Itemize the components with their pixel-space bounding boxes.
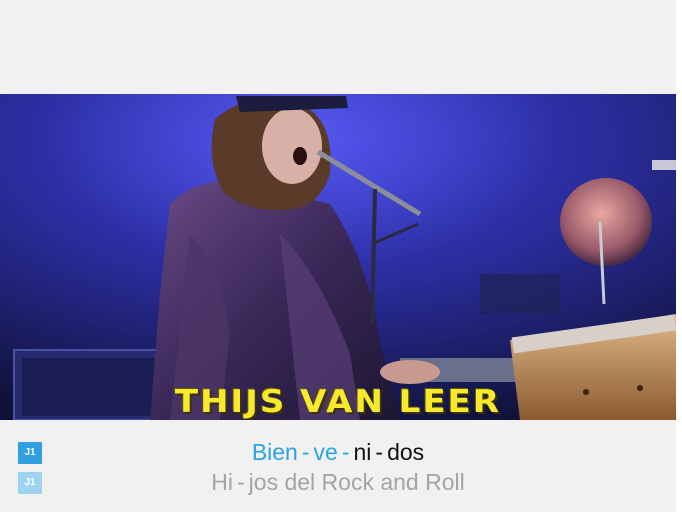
lyrics-panel: J1 Bien - ve - ni - dos J1 Hi - jos del Rock and… [0,420,676,512]
lyric-syllable: jos del Rock and Roll [248,469,465,495]
current-lyric-line: J1 Bien - ve - ni - dos [0,437,676,467]
lyric-syllable: Hi [211,469,233,495]
concert-scene [0,94,676,420]
lyric-syllable: ni [353,439,372,465]
top-letterbox [0,0,676,94]
lyric-separator: - [237,469,245,495]
karaoke-screen: THIJS VAN LEER J1 Bien - ve - ni - dos J1 Hi - j… [0,0,682,512]
next-lyric-text: Hi - jos del Rock and Roll [0,467,676,497]
lyric-separator: - [301,439,310,465]
performer-caption: THIJS VAN LEER [174,383,502,420]
lyric-separator: - [341,439,350,465]
lyric-separator: - [375,439,384,465]
next-lyric-line: J1 Hi - jos del Rock and Roll [0,467,676,497]
current-lyric-text: Bien - ve - ni - dos [0,437,676,467]
lyric-syllable: dos [387,439,425,465]
lyric-syllable: Bien [251,439,298,465]
lyric-syllable: ve [313,439,338,465]
right-border [676,0,682,512]
video-frame: THIJS VAN LEER [0,94,676,420]
